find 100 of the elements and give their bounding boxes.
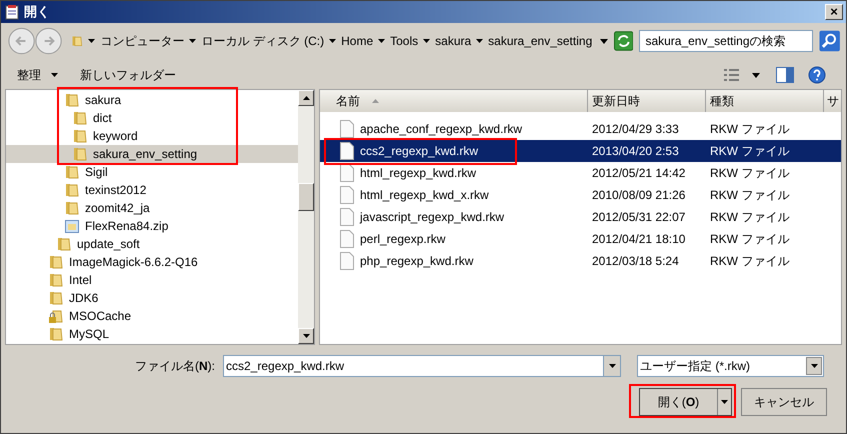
column-header[interactable]: サ bbox=[824, 90, 841, 112]
tree-item[interactable]: Intel bbox=[6, 271, 298, 289]
tree-item[interactable]: keyword bbox=[6, 127, 298, 145]
file-type: RKW ファイル bbox=[709, 121, 790, 138]
file-row[interactable]: ccs2_regexp_kwd.rkw 2013/04/20 2:53 RKW ファイル bbox=[320, 140, 841, 162]
breadcrumb-item[interactable]: sakura_env_setting bbox=[488, 32, 592, 50]
dropdown-arrow-icon[interactable] bbox=[721, 400, 728, 404]
tree-item[interactable]: zoomit42_ja bbox=[6, 199, 298, 217]
scroll-thumb[interactable] bbox=[298, 183, 314, 211]
scrollbar[interactable] bbox=[298, 90, 314, 344]
folder-icon bbox=[48, 290, 64, 306]
tree-item[interactable]: sakura_env_setting bbox=[6, 145, 298, 163]
document-icon bbox=[340, 208, 354, 226]
file-row[interactable]: perl_regexp.rkw 2012/04/21 18:10 RKW ファイル bbox=[320, 228, 841, 250]
cancel-button[interactable]: キャンセル bbox=[741, 388, 827, 416]
dropdown-button[interactable] bbox=[806, 357, 822, 375]
tree-item[interactable]: FlexRena84.zip bbox=[6, 217, 298, 235]
file-row[interactable]: html_regexp_kwd.rkw 2012/05/21 14:42 RKW ファイル bbox=[320, 162, 841, 184]
file-name: apache_conf_regexp_kwd.rkw bbox=[360, 121, 522, 138]
modified-date: 2012/04/21 18:10 bbox=[591, 231, 686, 248]
file-row[interactable]: html_regexp_kwd_x.rkw 2010/08/09 21:26 RKW ファイル bbox=[320, 184, 841, 206]
dropdown-arrow-icon[interactable] bbox=[378, 39, 386, 43]
dropdown-arrow-icon[interactable] bbox=[600, 38, 608, 44]
modified-date: 2013/04/20 2:53 bbox=[591, 143, 680, 160]
search-field[interactable]: sakura_env_settingの検索 bbox=[639, 30, 813, 52]
open-button[interactable]: 開く(O) bbox=[640, 389, 718, 415]
tree-item[interactable]: MySQL bbox=[6, 325, 298, 343]
file-name-label: ファイル名(N): bbox=[135, 358, 216, 375]
tree-item[interactable]: dict bbox=[6, 109, 298, 127]
file-type: RKW ファイル bbox=[709, 165, 790, 182]
breadcrumb-item[interactable]: ローカル ディスク (C:) bbox=[201, 32, 324, 50]
file-row[interactable]: php_regexp_kwd.rkw 2012/03/18 5:24 RKW ファイル bbox=[320, 250, 841, 272]
help-icon[interactable] bbox=[808, 66, 826, 84]
up-arrow-icon bbox=[302, 96, 310, 100]
folder-icon bbox=[72, 146, 88, 162]
tree-item[interactable]: texinst2012 bbox=[6, 181, 298, 199]
organize-menu[interactable]: 整理 bbox=[17, 66, 58, 84]
tree-item[interactable]: ImageMagick-6.6.2-Q16 bbox=[6, 253, 298, 271]
column-header[interactable]: 名前 bbox=[320, 90, 588, 112]
modified-date: 2012/05/31 22:07 bbox=[591, 209, 686, 226]
preview-pane-icon[interactable] bbox=[776, 67, 794, 83]
breadcrumb-item[interactable]: sakura bbox=[435, 32, 472, 50]
modified-date: 2012/05/21 14:42 bbox=[591, 165, 686, 182]
search-icon[interactable] bbox=[818, 30, 840, 52]
tree-item[interactable]: Sigil bbox=[6, 163, 298, 181]
dropdown-arrow-icon bbox=[608, 364, 616, 368]
file-name: html_regexp_kwd_x.rkw bbox=[360, 187, 489, 204]
dropdown-arrow-icon[interactable] bbox=[88, 39, 96, 43]
file-name: javascript_regexp_kwd.rkw bbox=[360, 209, 504, 226]
column-header[interactable]: 種類 bbox=[706, 90, 824, 112]
document-icon bbox=[340, 186, 354, 204]
dropdown-arrow-icon[interactable] bbox=[423, 39, 430, 43]
folder-icon bbox=[64, 164, 80, 180]
close-button[interactable]: × bbox=[825, 4, 843, 20]
dropdown-arrow-icon[interactable] bbox=[752, 72, 760, 78]
file-type-dropdown[interactable]: ユーザー指定 (*.rkw) bbox=[637, 355, 824, 377]
open-split-button[interactable]: 開く(O) bbox=[639, 388, 732, 416]
document-icon bbox=[340, 230, 354, 248]
tree-item[interactable]: sakura bbox=[6, 91, 298, 109]
file-type: RKW ファイル bbox=[709, 209, 790, 226]
new-folder-button[interactable]: 新しいフォルダー bbox=[80, 66, 176, 84]
zip-archive-icon bbox=[64, 218, 80, 234]
file-row[interactable]: apache_conf_regexp_kwd.rkw 2012/04/29 3:33 RKW ファイル bbox=[320, 118, 841, 140]
file-type: RKW ファイル bbox=[709, 231, 790, 248]
sort-arrow-icon bbox=[372, 99, 379, 103]
refresh-button[interactable] bbox=[614, 31, 634, 51]
dropdown-arrow-icon[interactable] bbox=[329, 39, 336, 43]
folder-icon bbox=[64, 182, 80, 198]
column-header[interactable]: 更新日時 bbox=[588, 90, 706, 112]
dropdown-arrow-icon[interactable] bbox=[476, 39, 484, 43]
notepad-icon bbox=[4, 4, 20, 20]
file-row[interactable]: javascript_regexp_kwd.rkw 2012/05/31 22:07 RKW ファイル bbox=[320, 206, 841, 228]
folder-icon bbox=[64, 92, 80, 108]
scroll-up-button[interactable] bbox=[298, 90, 314, 106]
tree-item[interactable]: MSOCache bbox=[6, 307, 298, 325]
folder-icon bbox=[48, 326, 64, 342]
breadcrumb-item[interactable]: Tools bbox=[390, 32, 418, 50]
folder-icon bbox=[64, 200, 80, 216]
dropdown-button[interactable] bbox=[603, 355, 621, 377]
tree-item[interactable]: JDK6 bbox=[6, 289, 298, 307]
scroll-down-button[interactable] bbox=[298, 328, 314, 344]
file-name-field[interactable]: ccs2_regexp_kwd.rkw bbox=[223, 355, 603, 377]
file-type: RKW ファイル bbox=[709, 253, 790, 270]
tree-item[interactable]: update_soft bbox=[6, 235, 298, 253]
file-name: php_regexp_kwd.rkw bbox=[360, 253, 474, 270]
modified-date: 2010/08/09 21:26 bbox=[591, 187, 686, 204]
breadcrumb-item[interactable]: コンピューター bbox=[100, 32, 184, 50]
folder-icon bbox=[48, 272, 64, 288]
folder-icon bbox=[56, 236, 72, 252]
document-icon bbox=[340, 120, 354, 138]
document-icon bbox=[340, 164, 354, 182]
down-arrow-icon bbox=[302, 334, 310, 338]
modified-date: 2012/04/29 3:33 bbox=[591, 121, 680, 138]
file-name: ccs2_regexp_kwd.rkw bbox=[360, 143, 478, 160]
folder-icon bbox=[72, 128, 88, 144]
view-list-icon[interactable] bbox=[724, 68, 740, 82]
breadcrumb-item[interactable]: Home bbox=[341, 32, 374, 50]
modified-date: 2012/03/18 5:24 bbox=[591, 253, 680, 270]
folder-icon bbox=[48, 254, 64, 270]
dropdown-arrow-icon[interactable] bbox=[189, 39, 196, 43]
